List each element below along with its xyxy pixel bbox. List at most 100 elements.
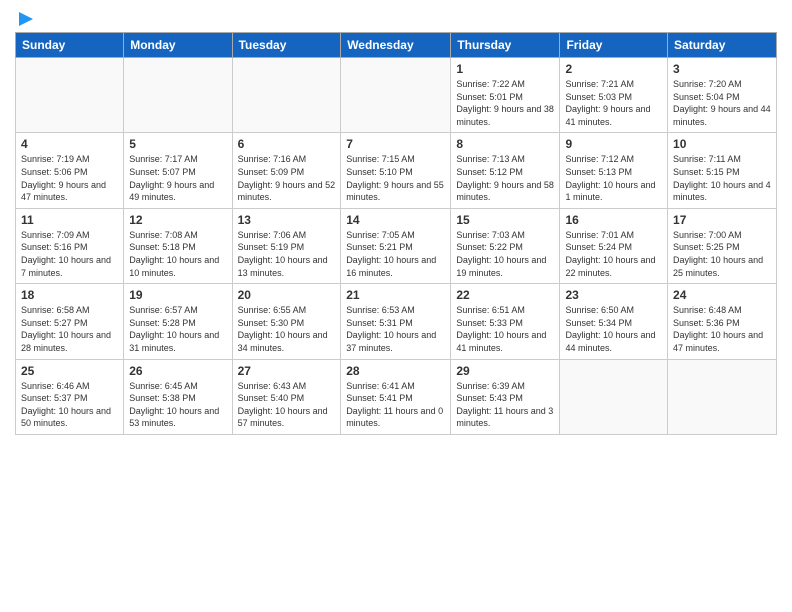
day-number: 23 — [565, 288, 662, 302]
day-number: 10 — [673, 137, 771, 151]
day-number: 16 — [565, 213, 662, 227]
calendar-cell: 28 Sunrise: 6:41 AM Sunset: 5:41 PM Dayli… — [341, 359, 451, 434]
day-number: 20 — [238, 288, 336, 302]
calendar-cell: 10 Sunrise: 7:11 AM Sunset: 5:15 PM Dayli… — [668, 133, 777, 208]
calendar-cell: 21 Sunrise: 6:53 AM Sunset: 5:31 PM Dayli… — [341, 284, 451, 359]
weekday-header-thursday: Thursday — [451, 33, 560, 58]
day-number: 28 — [346, 364, 445, 378]
calendar-cell: 2 Sunrise: 7:21 AM Sunset: 5:03 PM Daylig… — [560, 58, 668, 133]
calendar-cell: 16 Sunrise: 7:01 AM Sunset: 5:24 PM Dayli… — [560, 208, 668, 283]
day-number: 17 — [673, 213, 771, 227]
calendar-week-5: 25 Sunrise: 6:46 AM Sunset: 5:37 PM Dayli… — [16, 359, 777, 434]
day-number: 14 — [346, 213, 445, 227]
day-info: Sunrise: 7:11 AM Sunset: 5:15 PM Dayligh… — [673, 153, 771, 203]
day-number: 25 — [21, 364, 118, 378]
weekday-header-tuesday: Tuesday — [232, 33, 341, 58]
calendar-cell: 9 Sunrise: 7:12 AM Sunset: 5:13 PM Daylig… — [560, 133, 668, 208]
calendar-cell: 5 Sunrise: 7:17 AM Sunset: 5:07 PM Daylig… — [124, 133, 232, 208]
calendar-table: SundayMondayTuesdayWednesdayThursdayFrid… — [15, 32, 777, 435]
day-info: Sunrise: 6:53 AM Sunset: 5:31 PM Dayligh… — [346, 304, 445, 354]
day-number: 29 — [456, 364, 554, 378]
day-info: Sunrise: 7:01 AM Sunset: 5:24 PM Dayligh… — [565, 229, 662, 279]
calendar-cell: 3 Sunrise: 7:20 AM Sunset: 5:04 PM Daylig… — [668, 58, 777, 133]
day-info: Sunrise: 7:05 AM Sunset: 5:21 PM Dayligh… — [346, 229, 445, 279]
calendar-cell — [232, 58, 341, 133]
day-info: Sunrise: 7:06 AM Sunset: 5:19 PM Dayligh… — [238, 229, 336, 279]
day-number: 3 — [673, 62, 771, 76]
day-info: Sunrise: 7:08 AM Sunset: 5:18 PM Dayligh… — [129, 229, 226, 279]
day-number: 19 — [129, 288, 226, 302]
calendar-cell: 8 Sunrise: 7:13 AM Sunset: 5:12 PM Daylig… — [451, 133, 560, 208]
weekday-header-sunday: Sunday — [16, 33, 124, 58]
calendar-cell: 4 Sunrise: 7:19 AM Sunset: 5:06 PM Daylig… — [16, 133, 124, 208]
day-number: 27 — [238, 364, 336, 378]
day-number: 11 — [21, 213, 118, 227]
day-info: Sunrise: 7:17 AM Sunset: 5:07 PM Dayligh… — [129, 153, 226, 203]
calendar-cell: 27 Sunrise: 6:43 AM Sunset: 5:40 PM Dayli… — [232, 359, 341, 434]
day-info: Sunrise: 6:39 AM Sunset: 5:43 PM Dayligh… — [456, 380, 554, 430]
calendar-cell — [341, 58, 451, 133]
day-number: 4 — [21, 137, 118, 151]
day-number: 5 — [129, 137, 226, 151]
calendar-cell: 7 Sunrise: 7:15 AM Sunset: 5:10 PM Daylig… — [341, 133, 451, 208]
weekday-header-monday: Monday — [124, 33, 232, 58]
calendar-cell: 12Sunrise: 7:08 AM Sunset: 5:18 PM Dayli… — [124, 208, 232, 283]
calendar-week-2: 4 Sunrise: 7:19 AM Sunset: 5:06 PM Daylig… — [16, 133, 777, 208]
day-number: 26 — [129, 364, 226, 378]
logo — [15, 10, 35, 24]
day-number: 21 — [346, 288, 445, 302]
calendar-cell: 11 Sunrise: 7:09 AM Sunset: 5:16 PM Dayli… — [16, 208, 124, 283]
day-info: Sunrise: 6:55 AM Sunset: 5:30 PM Dayligh… — [238, 304, 336, 354]
calendar-cell — [16, 58, 124, 133]
calendar-cell: 15 Sunrise: 7:03 AM Sunset: 5:22 PM Dayli… — [451, 208, 560, 283]
calendar-cell: 24Sunrise: 6:48 AM Sunset: 5:36 PM Dayli… — [668, 284, 777, 359]
day-info: Sunrise: 7:09 AM Sunset: 5:16 PM Dayligh… — [21, 229, 118, 279]
day-info: Sunrise: 7:19 AM Sunset: 5:06 PM Dayligh… — [21, 153, 118, 203]
calendar-cell: 18 Sunrise: 6:58 AM Sunset: 5:27 PM Dayli… — [16, 284, 124, 359]
day-number: 7 — [346, 137, 445, 151]
day-number: 15 — [456, 213, 554, 227]
calendar-cell: 17 Sunrise: 7:00 AM Sunset: 5:25 PM Dayli… — [668, 208, 777, 283]
calendar-cell — [124, 58, 232, 133]
day-info: Sunrise: 7:20 AM Sunset: 5:04 PM Dayligh… — [673, 78, 771, 128]
day-info: Sunrise: 7:21 AM Sunset: 5:03 PM Dayligh… — [565, 78, 662, 128]
day-number: 2 — [565, 62, 662, 76]
day-info: Sunrise: 7:15 AM Sunset: 5:10 PM Dayligh… — [346, 153, 445, 203]
calendar-cell — [560, 359, 668, 434]
logo-arrow-icon — [17, 10, 35, 28]
calendar-week-3: 11 Sunrise: 7:09 AM Sunset: 5:16 PM Dayli… — [16, 208, 777, 283]
day-number: 8 — [456, 137, 554, 151]
day-info: Sunrise: 6:46 AM Sunset: 5:37 PM Dayligh… — [21, 380, 118, 430]
day-number: 6 — [238, 137, 336, 151]
calendar-cell: 26 Sunrise: 6:45 AM Sunset: 5:38 PM Dayli… — [124, 359, 232, 434]
day-info: Sunrise: 7:16 AM Sunset: 5:09 PM Dayligh… — [238, 153, 336, 203]
day-number: 18 — [21, 288, 118, 302]
day-info: Sunrise: 6:45 AM Sunset: 5:38 PM Dayligh… — [129, 380, 226, 430]
calendar-cell: 23 Sunrise: 6:50 AM Sunset: 5:34 PM Dayli… — [560, 284, 668, 359]
day-info: Sunrise: 6:50 AM Sunset: 5:34 PM Dayligh… — [565, 304, 662, 354]
page-container: SundayMondayTuesdayWednesdayThursdayFrid… — [0, 0, 792, 445]
day-info: Sunrise: 7:13 AM Sunset: 5:12 PM Dayligh… — [456, 153, 554, 203]
day-info: Sunrise: 6:43 AM Sunset: 5:40 PM Dayligh… — [238, 380, 336, 430]
day-info: Sunrise: 7:12 AM Sunset: 5:13 PM Dayligh… — [565, 153, 662, 203]
weekday-header-row: SundayMondayTuesdayWednesdayThursdayFrid… — [16, 33, 777, 58]
calendar-cell: 13Sunrise: 7:06 AM Sunset: 5:19 PM Dayli… — [232, 208, 341, 283]
header — [15, 10, 777, 24]
day-info: Sunrise: 6:48 AM Sunset: 5:36 PM Dayligh… — [673, 304, 771, 354]
day-number: 9 — [565, 137, 662, 151]
day-info: Sunrise: 7:00 AM Sunset: 5:25 PM Dayligh… — [673, 229, 771, 279]
calendar-cell — [668, 359, 777, 434]
day-info: Sunrise: 6:58 AM Sunset: 5:27 PM Dayligh… — [21, 304, 118, 354]
calendar-cell: 29 Sunrise: 6:39 AM Sunset: 5:43 PM Dayli… — [451, 359, 560, 434]
day-info: Sunrise: 6:51 AM Sunset: 5:33 PM Dayligh… — [456, 304, 554, 354]
day-info: Sunrise: 6:41 AM Sunset: 5:41 PM Dayligh… — [346, 380, 445, 430]
weekday-header-wednesday: Wednesday — [341, 33, 451, 58]
calendar-week-4: 18 Sunrise: 6:58 AM Sunset: 5:27 PM Dayli… — [16, 284, 777, 359]
calendar-week-1: 1 Sunrise: 7:22 AM Sunset: 5:01 PM Daylig… — [16, 58, 777, 133]
calendar-cell: 6 Sunrise: 7:16 AM Sunset: 5:09 PM Daylig… — [232, 133, 341, 208]
day-info: Sunrise: 7:22 AM Sunset: 5:01 PM Dayligh… — [456, 78, 554, 128]
day-info: Sunrise: 6:57 AM Sunset: 5:28 PM Dayligh… — [129, 304, 226, 354]
calendar-cell: 25 Sunrise: 6:46 AM Sunset: 5:37 PM Dayli… — [16, 359, 124, 434]
day-info: Sunrise: 7:03 AM Sunset: 5:22 PM Dayligh… — [456, 229, 554, 279]
day-number: 1 — [456, 62, 554, 76]
